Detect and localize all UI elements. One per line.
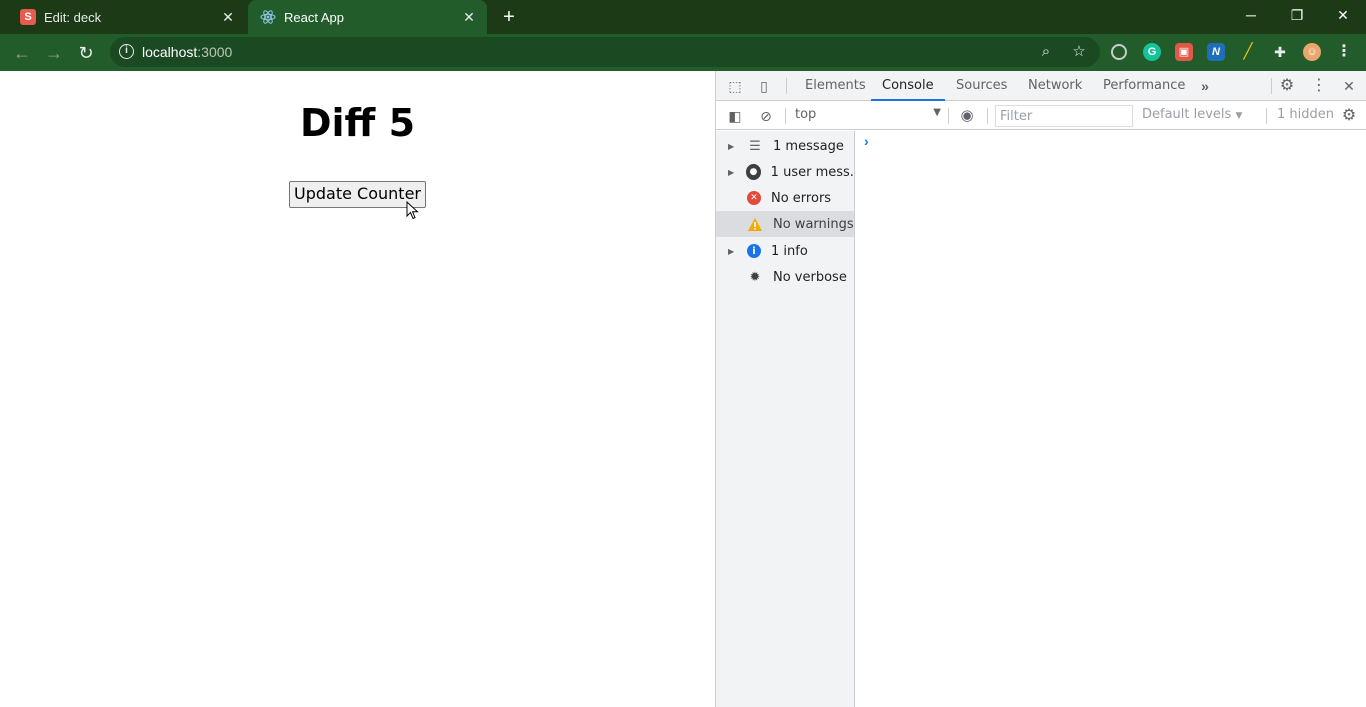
info-icon: i bbox=[747, 244, 761, 258]
close-window-button[interactable]: ✕ bbox=[1320, 0, 1366, 30]
sidebar-item-label: 1 info bbox=[771, 243, 808, 259]
close-icon[interactable]: ✕ bbox=[220, 9, 236, 25]
sidebar-item-verbose[interactable]: ✹ No verbose bbox=[716, 264, 854, 290]
tab-title: React App bbox=[284, 9, 344, 25]
sidebar-toggle-icon[interactable]: ◧ bbox=[725, 106, 745, 126]
restore-button[interactable]: ❐ bbox=[1274, 0, 1320, 30]
context-value: top bbox=[795, 107, 817, 122]
sidebar-item-info[interactable]: ▶ i 1 info bbox=[716, 238, 854, 264]
levels-label: Default levels bbox=[1142, 107, 1232, 122]
page-viewport: Diff 5 Update Counter bbox=[0, 71, 715, 707]
warning-icon bbox=[747, 216, 763, 232]
info-icon[interactable]: i bbox=[119, 44, 134, 59]
zoom-icon[interactable]: ⌕ bbox=[1037, 43, 1055, 61]
more-options-icon[interactable]: ⋮ bbox=[1309, 76, 1329, 96]
tab-network[interactable]: Network bbox=[1028, 71, 1082, 101]
forward-button[interactable]: → bbox=[42, 41, 66, 65]
record-extension-icon[interactable] bbox=[1111, 44, 1127, 60]
list-icon: ☰ bbox=[749, 138, 761, 154]
back-button[interactable]: ← bbox=[10, 41, 34, 65]
sidebar-item-messages[interactable]: ▶ ☰ 1 message bbox=[716, 133, 854, 159]
tab-edit-deck[interactable]: S Edit: deck ✕ bbox=[8, 0, 246, 34]
page-title: Diff 5 bbox=[299, 101, 416, 145]
context-select[interactable]: top ▼ bbox=[795, 107, 945, 125]
divider bbox=[1271, 78, 1272, 94]
address-bar[interactable]: i localhost:3000 ⌕ ☆ bbox=[110, 37, 1100, 67]
sidebar-item-errors[interactable]: ✕ No errors bbox=[716, 185, 854, 211]
divider bbox=[785, 108, 786, 124]
console-sidebar: ▶ ☰ 1 message ▶ ● 1 user mess... ✕ No er… bbox=[716, 131, 855, 707]
minimize-button[interactable]: ─ bbox=[1228, 0, 1274, 30]
mouse-cursor-icon bbox=[406, 201, 419, 220]
tab-title: Edit: deck bbox=[44, 9, 102, 25]
expand-arrow-icon[interactable]: ▶ bbox=[728, 247, 738, 256]
sidebar-item-warnings[interactable]: No warnings bbox=[716, 211, 854, 237]
tab-strip: S Edit: deck ✕ React App ✕ + ─ ❐ ✕ bbox=[0, 0, 1366, 34]
chevron-down-icon: ▼ bbox=[1235, 111, 1243, 121]
clear-console-icon[interactable]: ⊘ bbox=[756, 106, 776, 126]
sidebar-item-label: No verbose bbox=[773, 269, 847, 285]
browser-toolbar: ← → ↻ i localhost:3000 ⌕ ☆ G ▣ N ╱ ✚ ☺ ⋮ bbox=[0, 34, 1366, 71]
console-settings-icon[interactable]: ⚙ bbox=[1339, 106, 1359, 126]
new-tab-button[interactable]: + bbox=[498, 6, 520, 28]
tab-sources[interactable]: Sources bbox=[956, 71, 1007, 101]
puzzle-icon[interactable]: ✚ bbox=[1271, 43, 1289, 61]
console-toolbar: ◧ ⊘ top ▼ ◉ Default levels ▼ 1 hidden ⚙ bbox=[716, 101, 1366, 130]
divider bbox=[786, 78, 787, 94]
close-icon[interactable]: ✕ bbox=[461, 9, 477, 25]
react-icon bbox=[260, 9, 276, 25]
sidebar-item-label: 1 user mess... bbox=[770, 164, 854, 180]
star-icon[interactable]: ☆ bbox=[1070, 43, 1088, 61]
divider bbox=[1266, 108, 1267, 124]
sidebar-item-label: No warnings bbox=[773, 216, 854, 232]
url-host: localhost bbox=[142, 44, 198, 60]
chevron-down-icon: ▼ bbox=[933, 107, 941, 118]
divider bbox=[987, 108, 988, 124]
expand-arrow-icon[interactable]: ▶ bbox=[728, 168, 737, 177]
filter-input[interactable] bbox=[995, 105, 1133, 127]
sidebar-item-user-messages[interactable]: ▶ ● 1 user mess... bbox=[716, 159, 854, 185]
reload-button[interactable]: ↻ bbox=[74, 41, 98, 65]
user-icon: ● bbox=[746, 164, 761, 180]
console-prompt-icon[interactable]: › bbox=[864, 133, 869, 149]
extension-icon[interactable]: ▣ bbox=[1175, 43, 1193, 61]
close-icon[interactable]: ✕ bbox=[1339, 76, 1359, 96]
hidden-count: 1 hidden bbox=[1277, 107, 1334, 122]
s-icon: S bbox=[20, 9, 36, 25]
grammarly-icon[interactable]: G bbox=[1143, 43, 1161, 61]
more-tabs-icon[interactable]: » bbox=[1195, 76, 1215, 96]
tab-elements[interactable]: Elements bbox=[805, 71, 866, 101]
divider bbox=[948, 108, 949, 124]
tab-console[interactable]: Console bbox=[871, 71, 945, 101]
url-text: localhost:3000 bbox=[142, 44, 232, 60]
tab-performance[interactable]: Performance bbox=[1103, 71, 1185, 101]
tab-react-app[interactable]: React App ✕ bbox=[248, 0, 487, 34]
sidebar-item-label: 1 message bbox=[773, 138, 844, 154]
bug-icon: ✹ bbox=[749, 269, 761, 285]
error-icon: ✕ bbox=[747, 191, 761, 205]
n-extension-icon[interactable]: N bbox=[1207, 43, 1225, 61]
url-port: :3000 bbox=[197, 44, 233, 60]
sidebar-item-label: No errors bbox=[771, 190, 832, 206]
menu-icon[interactable]: ⋮ bbox=[1335, 43, 1353, 61]
device-toolbar-icon[interactable]: ▯ bbox=[754, 76, 774, 96]
avatar[interactable]: ☺ bbox=[1303, 43, 1321, 61]
inspect-icon[interactable]: ⬚ bbox=[725, 76, 745, 96]
levels-dropdown[interactable]: Default levels ▼ bbox=[1142, 107, 1242, 122]
eye-icon[interactable]: ◉ bbox=[957, 106, 977, 126]
pencil-icon[interactable]: ╱ bbox=[1239, 43, 1257, 61]
expand-arrow-icon[interactable]: ▶ bbox=[728, 142, 738, 151]
gear-icon[interactable]: ⚙ bbox=[1277, 76, 1297, 96]
devtools-tabbar: ⬚ ▯ Elements Console Sources Network Per… bbox=[716, 71, 1366, 101]
devtools-panel: ⬚ ▯ Elements Console Sources Network Per… bbox=[715, 71, 1366, 707]
